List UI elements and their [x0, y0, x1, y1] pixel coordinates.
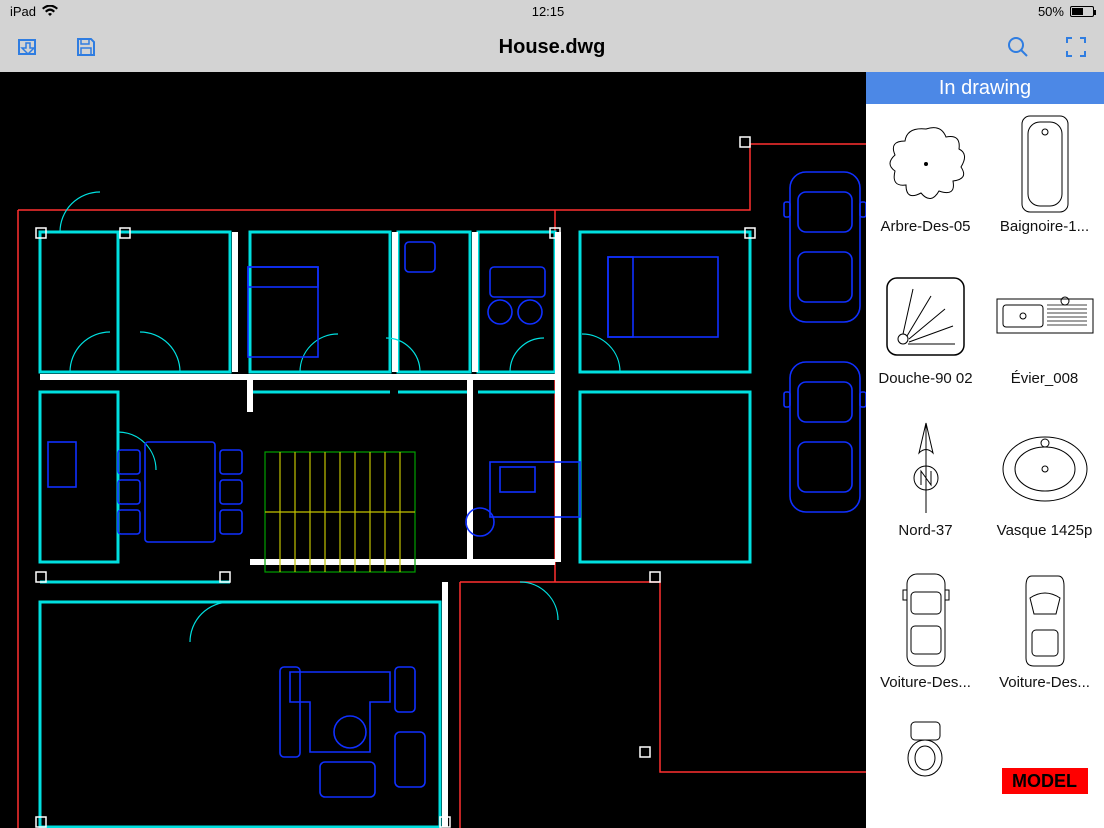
car-icon	[876, 566, 976, 674]
shower-icon	[876, 262, 976, 370]
block-item-nord[interactable]: Nord-37	[866, 408, 985, 560]
save-icon[interactable]	[72, 33, 100, 61]
block-label: Évier_008	[990, 370, 1100, 387]
block-item-arbre[interactable]: Arbre-Des-05	[866, 104, 985, 256]
compass-icon	[876, 414, 976, 522]
block-item-voiture-1[interactable]: Voiture-Des...	[866, 560, 985, 712]
block-item-vasque[interactable]: Vasque 1425p	[985, 408, 1104, 560]
file-title: House.dwg	[499, 36, 606, 59]
fullscreen-icon[interactable]	[1062, 33, 1090, 61]
block-item-voiture-2[interactable]: Voiture-Des...	[985, 560, 1104, 712]
block-label: Nord-37	[871, 522, 981, 539]
device-label: iPad	[10, 4, 36, 19]
blocks-grid: Arbre-Des-05 Baignoire-1... Douche-90 02	[866, 104, 1104, 828]
sink-icon	[995, 262, 1095, 370]
search-icon[interactable]	[1004, 33, 1032, 61]
clock: 12:15	[532, 4, 565, 19]
wifi-icon	[42, 5, 58, 17]
car-icon	[995, 566, 1095, 674]
block-item-wc[interactable]	[866, 712, 985, 828]
main-area: In drawing Arbre-Des-05 Baignoire-1...	[0, 72, 1104, 828]
block-item-evier[interactable]: Évier_008	[985, 256, 1104, 408]
folder-open-icon[interactable]	[14, 33, 42, 61]
block-label: Vasque 1425p	[990, 522, 1100, 539]
status-bar: iPad 12:15 50%	[0, 0, 1104, 22]
sidebar-header: In drawing	[866, 72, 1104, 104]
tree-icon	[876, 110, 976, 218]
model-badge-container: MODEL	[985, 712, 1104, 828]
basin-icon	[995, 414, 1095, 522]
block-label: Baignoire-1...	[990, 218, 1100, 235]
model-badge[interactable]: MODEL	[1002, 768, 1088, 794]
block-item-douche[interactable]: Douche-90 02	[866, 256, 985, 408]
drawing-canvas[interactable]	[0, 72, 866, 828]
battery-icon	[1070, 6, 1094, 17]
bathtub-icon	[995, 110, 1095, 218]
block-label: Douche-90 02	[871, 370, 981, 387]
block-label: Voiture-Des...	[990, 674, 1100, 691]
toilet-icon	[876, 718, 976, 778]
block-label: Voiture-Des...	[871, 674, 981, 691]
battery-percent: 50%	[1038, 4, 1064, 19]
block-label: Arbre-Des-05	[871, 218, 981, 235]
toolbar: House.dwg	[0, 22, 1104, 72]
block-item-baignoire[interactable]: Baignoire-1...	[985, 104, 1104, 256]
blocks-sidebar: In drawing Arbre-Des-05 Baignoire-1...	[866, 72, 1104, 828]
